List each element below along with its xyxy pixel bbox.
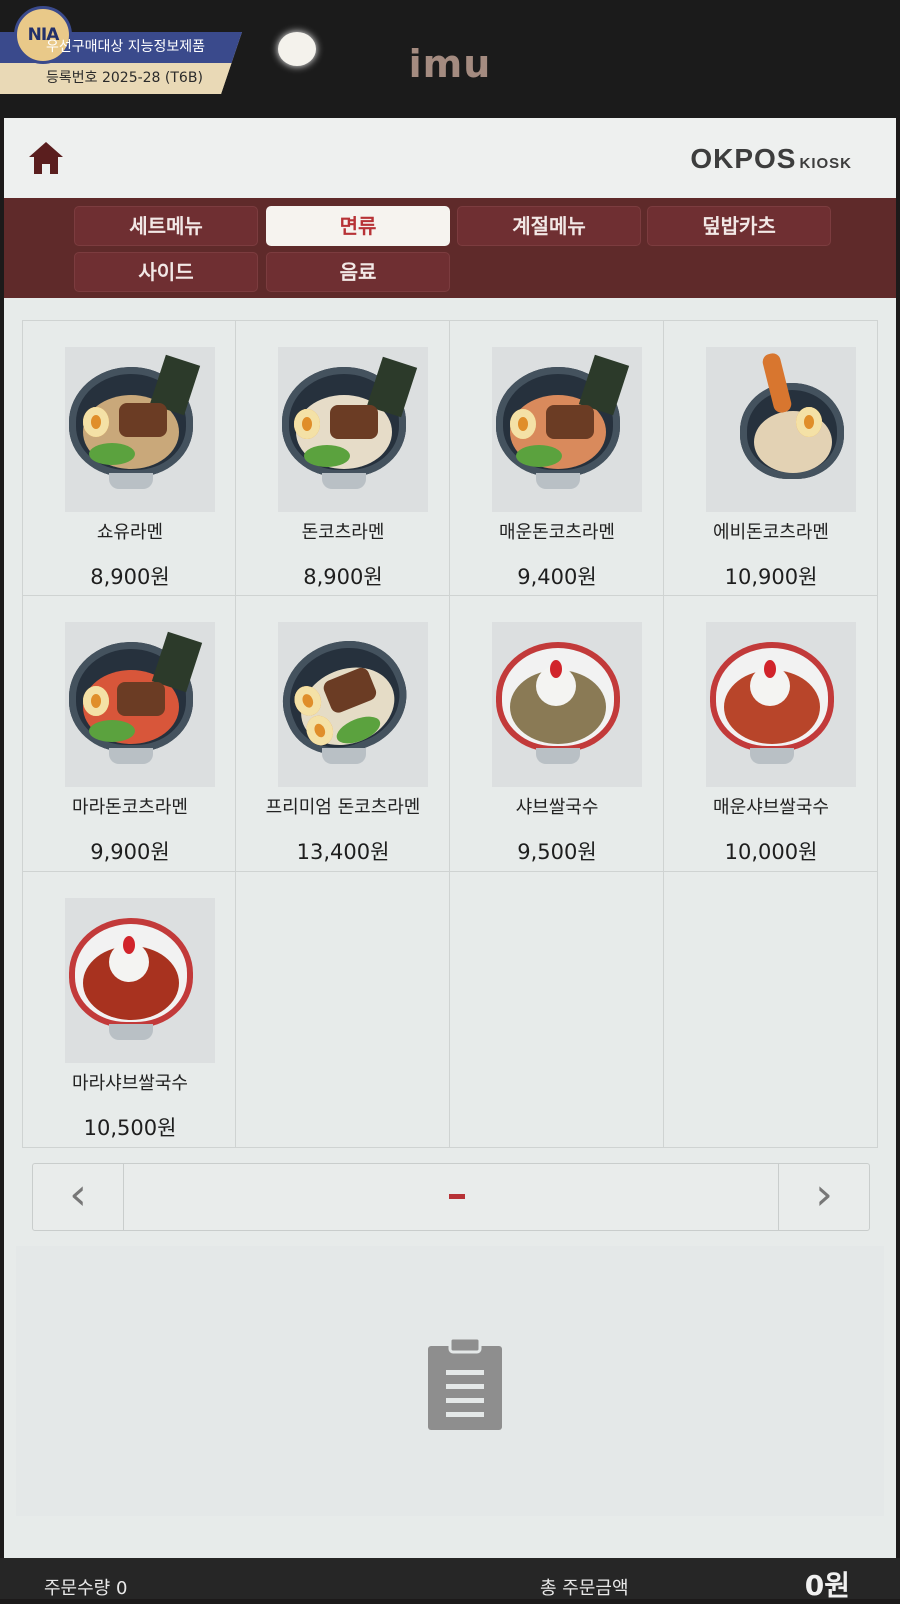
empty-cell — [450, 872, 664, 1148]
pagination: ‹ › — [32, 1163, 870, 1231]
menu-item-name: 샤브쌀국수 — [515, 797, 599, 818]
okpos-logo-sub: KIOSK — [799, 155, 852, 172]
next-page-button[interactable]: › — [778, 1164, 869, 1230]
device-bezel: NIA 우선구매대상 지능정보제품 등록번호 2025-28 (T6B) imu — [0, 0, 900, 118]
menu-item-photo — [278, 347, 428, 512]
home-icon[interactable] — [26, 138, 66, 178]
prev-page-button[interactable]: ‹ — [33, 1164, 124, 1230]
okpos-logo-main: OKPOS — [690, 143, 797, 174]
empty-cell — [236, 872, 450, 1148]
menu-item[interactable]: 프리미엄 돈코츠라멘 13,400원 — [236, 596, 450, 872]
header: OKPOS KIOSK — [4, 118, 896, 198]
order-summary-bar: 주문수량 0 총 주문금액 0원 — [0, 1558, 900, 1602]
menu-item-price: 9,500원 — [517, 840, 597, 864]
menu-item[interactable]: 매운샤브쌀국수 10,000원 — [664, 596, 878, 872]
page-indicator — [449, 1194, 465, 1199]
menu-item-price: 10,900원 — [724, 565, 818, 589]
menu-item-name: 매운돈코츠라멘 — [499, 522, 615, 543]
kiosk-screen: OKPOS KIOSK 세트메뉴 면류 계절메뉴 덮밥카츠 사이드 음료 쇼유라… — [4, 118, 896, 1558]
menu-item[interactable]: 돈코츠라멘 8,900원 — [236, 320, 450, 596]
menu-item[interactable]: 쇼유라멘 8,900원 — [22, 320, 236, 596]
order-quantity: 주문수량 0 — [44, 1578, 128, 1599]
menu-item-price: 10,500원 — [83, 1116, 177, 1140]
order-total-label: 총 주문금액 — [540, 1578, 629, 1599]
menu-item-name: 돈코츠라멘 — [301, 522, 385, 543]
tab-drinks[interactable]: 음료 — [266, 252, 450, 292]
menu-item-photo — [492, 347, 642, 512]
menu-item-price: 8,900원 — [90, 565, 170, 589]
menu-grid: 쇼유라멘 8,900원 돈코츠라멘 8,900원 매운돈코츠라멘 9,400원 … — [16, 320, 888, 1150]
okpos-logo: OKPOS KIOSK — [690, 143, 852, 175]
tab-noodles[interactable]: 면류 — [266, 206, 450, 246]
menu-item-price: 8,900원 — [303, 565, 383, 589]
menu-item-photo — [65, 622, 215, 787]
category-bar: 세트메뉴 면류 계절메뉴 덮밥카츠 사이드 음료 — [4, 198, 896, 298]
menu-item[interactable]: 마라샤브쌀국수 10,500원 — [22, 872, 236, 1148]
menu-item-name: 마라샤브쌀국수 — [72, 1073, 188, 1094]
order-total-value: 0원 — [804, 1569, 850, 1602]
menu-item-price: 10,000원 — [724, 840, 818, 864]
menu-item-name: 마라돈코츠라멘 — [72, 797, 188, 818]
menu-item-photo — [265, 622, 428, 787]
menu-item-photo — [706, 347, 856, 512]
clipboard-icon — [428, 1336, 502, 1430]
menu-item[interactable]: 마라돈코츠라멘 9,900원 — [22, 596, 236, 872]
menu-item-name: 쇼유라멘 — [96, 522, 164, 543]
menu-item-photo — [65, 898, 215, 1063]
menu-item-name: 에비돈코츠라멘 — [713, 522, 829, 543]
device-brand: imu — [408, 42, 492, 86]
tab-side[interactable]: 사이드 — [74, 252, 258, 292]
tab-set-menu[interactable]: 세트메뉴 — [74, 206, 258, 246]
order-list — [16, 1246, 884, 1516]
tab-rice-katsu[interactable]: 덮밥카츠 — [647, 206, 831, 246]
menu-item-price: 9,900원 — [90, 840, 170, 864]
menu-item[interactable]: 매운돈코츠라멘 9,400원 — [450, 320, 664, 596]
menu-item-name: 프리미엄 돈코츠라멘 — [265, 797, 421, 818]
menu-item-photo — [706, 622, 856, 787]
tab-seasonal[interactable]: 계절메뉴 — [457, 206, 641, 246]
menu-item-price: 13,400원 — [296, 840, 390, 864]
menu-item[interactable]: 샤브쌀국수 9,500원 — [450, 596, 664, 872]
menu-item-name: 매운샤브쌀국수 — [713, 797, 829, 818]
menu-item-photo — [492, 622, 642, 787]
menu-item-photo — [65, 347, 215, 512]
empty-cell — [664, 872, 878, 1148]
menu-item-price: 9,400원 — [517, 565, 597, 589]
menu-item[interactable]: 에비돈코츠라멘 10,900원 — [664, 320, 878, 596]
